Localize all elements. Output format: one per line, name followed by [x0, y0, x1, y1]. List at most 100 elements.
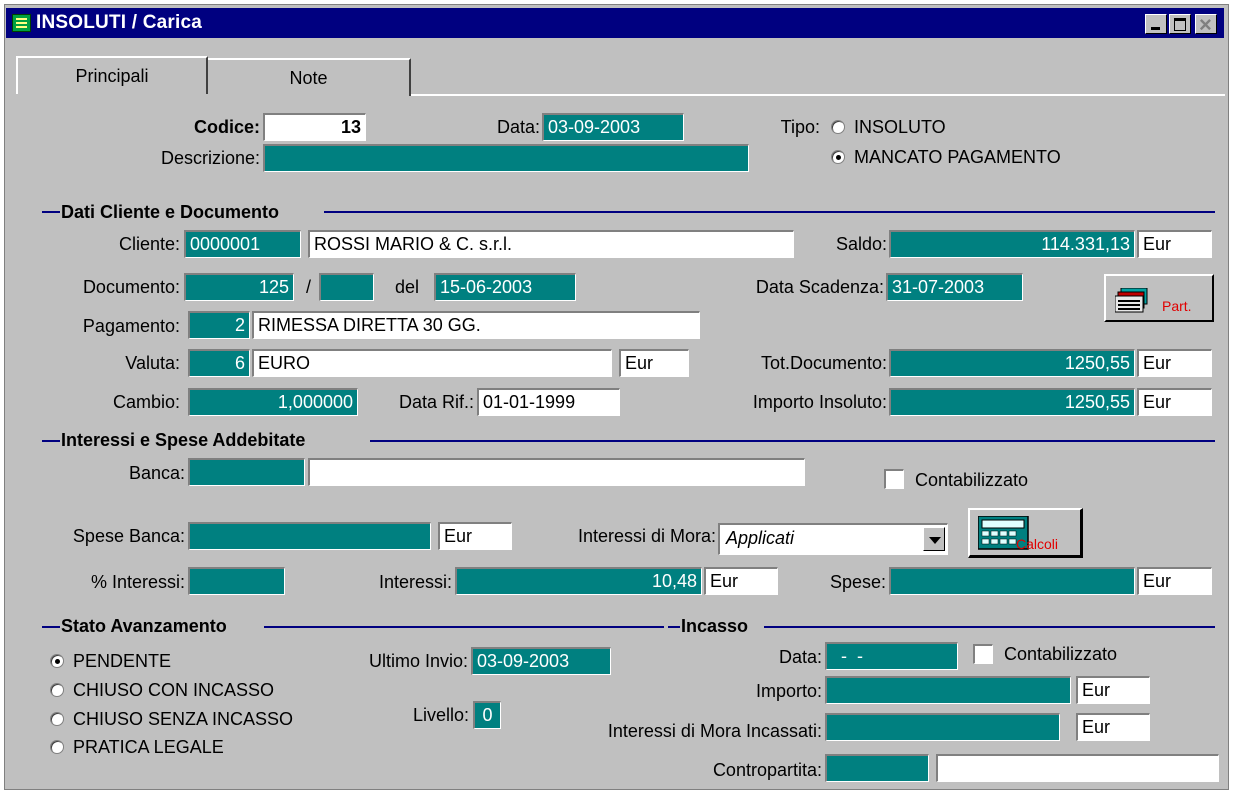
stato-chiuso-senza-incasso-label: CHIUSO SENZA INCASSO [73, 709, 294, 729]
incasso-contabilizzato-checkbox[interactable] [973, 644, 993, 664]
documento-separator: / [306, 277, 312, 297]
mora-incassati-field[interactable] [825, 713, 1060, 741]
tipo-mancato-pagamento-label: MANCATO PAGAMENTO [854, 147, 1061, 167]
del-label: del [395, 277, 420, 297]
section-line [764, 626, 1215, 628]
tot-documento-label: Tot.Documento: [760, 353, 887, 373]
section-line [42, 440, 60, 442]
data-rif-label: Data Rif.: [398, 392, 474, 412]
incasso-data-field[interactable]: - - [825, 642, 958, 670]
valuta-code-field[interactable]: 6 [188, 349, 250, 377]
documento-serie-field[interactable] [319, 273, 374, 301]
contabilizzato-checkbox[interactable] [884, 469, 904, 489]
tab-note-label: Note [289, 68, 328, 88]
tipo-label: Tipo: [780, 117, 820, 137]
section-title-stato: Stato Avanzamento [61, 616, 227, 636]
spese-banca-field[interactable] [188, 522, 431, 550]
data-scadenza-label: Data Scadenza: [755, 277, 884, 297]
documento-number-field[interactable]: 125 [184, 273, 294, 301]
pagamento-code-field[interactable]: 2 [188, 311, 250, 339]
title-bar[interactable]: INSOLUTI / Carica [6, 8, 1224, 38]
pagamento-desc-field[interactable]: RIMESSA DIRETTA 30 GG. [252, 311, 700, 339]
calcoli-button[interactable]: Calcoli [968, 508, 1083, 558]
data-label: Data: [496, 117, 540, 137]
importo-insoluto-label: Importo Insoluto: [752, 392, 887, 412]
data-field[interactable]: 03-09-2003 [542, 113, 684, 141]
incasso-importo-label: Importo: [755, 681, 822, 701]
saldo-field[interactable]: 114.331,13 [889, 230, 1135, 258]
interessi-field[interactable]: 10,48 [455, 567, 702, 595]
perc-interessi-label: % Interessi: [90, 572, 185, 592]
section-title-interessi: Interessi e Spese Addebitate [61, 430, 306, 450]
tab-strip-line [411, 94, 1225, 96]
tot-documento-currency-field[interactable]: Eur [1137, 349, 1212, 377]
tab-principali[interactable]: Principali [16, 56, 208, 94]
spese-banca-label: Spese Banca: [72, 526, 185, 546]
valuta-symbol-field[interactable]: Eur [619, 349, 689, 377]
partite-button-label: Part. [1162, 298, 1192, 314]
descrizione-label: Descrizione: [160, 148, 260, 168]
importo-insoluto-field[interactable]: 1250,55 [889, 388, 1135, 416]
section-line [324, 211, 1215, 213]
section-line [264, 626, 664, 628]
descrizione-field[interactable] [263, 144, 749, 172]
cambio-field[interactable]: 1,000000 [188, 388, 358, 416]
stato-pendente-radio[interactable] [50, 654, 64, 668]
documento-date-field[interactable]: 15-06-2003 [434, 273, 576, 301]
pagamento-label: Pagamento: [82, 316, 180, 336]
ultimo-invio-label: Ultimo Invio: [368, 651, 468, 671]
contropartita-label: Contropartita: [712, 760, 822, 780]
codice-field[interactable]: 13 [263, 113, 366, 141]
cliente-code-field[interactable]: 0000001 [184, 230, 301, 258]
dropdown-arrow-icon[interactable] [923, 527, 945, 551]
minimize-button[interactable] [1145, 14, 1167, 34]
codice-label: Codice: [193, 117, 260, 137]
mora-incassati-currency-field[interactable]: Eur [1076, 713, 1150, 741]
section-title-cliente: Dati Cliente e Documento [61, 202, 280, 222]
stato-chiuso-con-incasso-radio[interactable] [50, 683, 64, 697]
stato-pratica-legale-radio[interactable] [50, 740, 64, 754]
tipo-insoluto-radio[interactable] [831, 120, 845, 134]
section-line [42, 626, 60, 628]
livello-field[interactable]: 0 [473, 701, 501, 729]
stato-chiuso-senza-incasso-radio[interactable] [50, 712, 64, 726]
contropartita-desc-field[interactable] [936, 754, 1219, 782]
cliente-label: Cliente: [118, 234, 180, 254]
interessi-currency-field[interactable]: Eur [704, 567, 778, 595]
partite-button[interactable]: Part. [1104, 274, 1214, 322]
documento-label: Documento: [82, 277, 180, 297]
app-icon[interactable] [12, 14, 31, 32]
incasso-importo-field[interactable] [825, 676, 1071, 704]
data-rif-field[interactable]: 01-01-1999 [477, 388, 620, 416]
banca-label: Banca: [128, 463, 185, 483]
incasso-data-label: Data: [778, 647, 822, 667]
interessi-mora-label: Interessi di Mora: [577, 526, 716, 546]
livello-label: Livello: [412, 705, 469, 725]
valuta-desc-field[interactable]: EURO [252, 349, 612, 377]
incasso-importo-currency-field[interactable]: Eur [1076, 676, 1150, 704]
contabilizzato-label: Contabilizzato [915, 470, 1029, 490]
data-scadenza-field[interactable]: 31-07-2003 [886, 273, 1023, 301]
tot-documento-field[interactable]: 1250,55 [889, 349, 1135, 377]
close-button[interactable] [1195, 12, 1217, 38]
spese-currency-field[interactable]: Eur [1137, 567, 1212, 595]
stato-pendente-label: PENDENTE [73, 651, 172, 671]
cliente-name-field[interactable]: ROSSI MARIO & C. s.r.l. [308, 230, 794, 258]
valuta-label: Valuta: [125, 353, 180, 373]
mora-incassati-label: Interessi di Mora Incassati: [607, 721, 822, 741]
perc-interessi-field[interactable] [188, 567, 285, 595]
tipo-mancato-pagamento-radio[interactable] [831, 150, 845, 164]
interessi-mora-value: Applicati [726, 528, 795, 548]
section-title-incasso: Incasso [681, 616, 749, 636]
banca-code-field[interactable] [188, 458, 305, 486]
contropartita-code-field[interactable] [825, 754, 929, 782]
importo-insoluto-currency-field[interactable]: Eur [1137, 388, 1212, 416]
saldo-currency-field[interactable]: Eur [1137, 230, 1212, 258]
interessi-mora-select[interactable]: Applicati [718, 523, 948, 555]
ultimo-invio-field[interactable]: 03-09-2003 [471, 647, 611, 675]
maximize-button[interactable] [1169, 14, 1191, 34]
spese-banca-currency-field[interactable]: Eur [438, 522, 512, 550]
banca-name-field[interactable] [308, 458, 805, 486]
tab-note[interactable]: Note [208, 58, 411, 96]
spese-field[interactable] [889, 567, 1135, 595]
